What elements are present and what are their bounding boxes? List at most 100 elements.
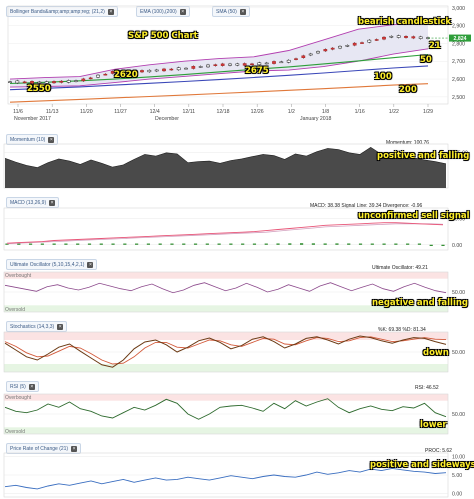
x-tick-label: 12/11 [183, 109, 196, 115]
y-tick-label: 50.00 [452, 412, 465, 418]
rsi-panel: RSI (5) × RSI: 46.52 Overbought Oversold 50… [0, 374, 474, 438]
x-tick-label: 11/27 [114, 109, 127, 115]
y-tick-label: 3,000 [452, 6, 465, 12]
annotation-2550: 2550 [27, 84, 51, 94]
candle [184, 67, 188, 70]
chart-title: S&P 500 Chart [128, 31, 198, 41]
divergence-bar [382, 243, 386, 245]
y-tick-label: 0.00 [452, 243, 462, 249]
candle [411, 36, 416, 39]
y-tick-label: 2,700 [452, 59, 465, 65]
candle [338, 45, 342, 49]
divergence-bar [135, 243, 139, 245]
divergence-bar [335, 243, 339, 245]
candle [8, 81, 12, 83]
candle [272, 61, 276, 64]
candle [206, 64, 210, 68]
x-group-label: December [155, 116, 179, 122]
candle [323, 49, 328, 52]
candle [96, 74, 100, 78]
divergence-bar [205, 243, 209, 245]
divergence-bar [193, 243, 198, 245]
divergence-bar [99, 243, 103, 245]
y-tick-label: 2,900 [452, 24, 465, 30]
momentum-chart: 105.00 [3, 143, 468, 189]
macd-panel: MACD (13,26,9) × MACD: 38.38 Signal Line:… [0, 192, 474, 254]
candle [396, 35, 401, 38]
divergence-bar [276, 243, 280, 245]
proc-line [4, 467, 447, 490]
candle [228, 63, 232, 66]
divergence-bar [417, 243, 422, 245]
annotation-bearish: bearish candlestick [358, 17, 452, 27]
divergence-bar [64, 243, 68, 245]
stoch-chart: 50.00 [3, 331, 465, 373]
candle [169, 68, 174, 71]
x-tick-label: 12/18 [217, 109, 230, 115]
proc-panel: Price Rate of Change (21) × PROC: 5.62 10… [0, 438, 474, 499]
momentum-panel: Momentum (10) × Momentum: 100.76 105.00 p… [0, 130, 474, 192]
candle [30, 81, 34, 84]
divergence-bar [299, 243, 304, 245]
candle [37, 81, 42, 84]
x-tick-label: 11/20 [80, 109, 93, 115]
overbought-zone [4, 394, 448, 401]
y-tick-label: 50.00 [452, 290, 465, 296]
candle [213, 64, 218, 66]
candle [147, 69, 152, 73]
candle [220, 63, 225, 66]
divergence-bar [17, 243, 21, 245]
candle [294, 58, 298, 60]
divergence-bar [111, 243, 115, 245]
annotation-uo: negative and falling [372, 298, 469, 308]
candle [345, 45, 350, 47]
candle [198, 66, 203, 68]
candle [81, 78, 86, 82]
candle [52, 81, 56, 84]
divergence-bar [252, 243, 257, 245]
x-tick-label: 12/4 [150, 109, 160, 115]
macd-line [6, 222, 444, 244]
divergence-bar [241, 243, 245, 245]
candle [22, 81, 27, 84]
annotation-macd: unconfirmed sell signal [358, 211, 470, 221]
x-group-label: January 2018 [300, 116, 332, 122]
candle [15, 80, 20, 84]
annotation-2620: 2620 [114, 70, 138, 80]
divergence-bar [288, 243, 292, 245]
oversold-zone [4, 427, 448, 434]
divergence-bar [217, 243, 221, 245]
y-tick-label: 2,800 [452, 41, 465, 47]
candle [389, 35, 394, 38]
divergence-bar [323, 243, 327, 245]
bollinger-band-fill [10, 22, 428, 88]
rsi-line [4, 398, 447, 420]
candle [140, 70, 144, 73]
divergence-bar [370, 243, 374, 245]
candle [103, 73, 108, 76]
x-tick-label: 1/29 [423, 109, 433, 115]
candle [404, 36, 408, 38]
divergence-bar [406, 243, 410, 245]
y-tick-label: 50.00 [452, 350, 465, 356]
candle [286, 59, 291, 63]
ultimate-oscillator-panel: Ultimate Oscillator (5,10,15,4,2,1) × Ult… [0, 254, 474, 316]
overbought-label: Overbought [5, 273, 32, 279]
candle [316, 51, 320, 54]
candle [74, 80, 78, 82]
rsi-chart: OverboughtOversold50.00 [3, 393, 465, 435]
divergence-bar [358, 243, 363, 245]
candle [176, 67, 181, 71]
divergence-bar [429, 244, 433, 246]
divergence-bar [347, 243, 351, 245]
candle [59, 80, 64, 83]
candle [308, 53, 313, 56]
annotation-200: 200 [399, 85, 417, 95]
divergence-bar [123, 243, 127, 245]
divergence-bar [76, 243, 80, 245]
ema200-line [9, 83, 429, 103]
x-tick-label: 1/22 [389, 109, 399, 115]
x-tick-label: 1/8 [322, 109, 329, 115]
annotation-50: 50 [420, 55, 432, 65]
divergence-bar [441, 244, 445, 246]
